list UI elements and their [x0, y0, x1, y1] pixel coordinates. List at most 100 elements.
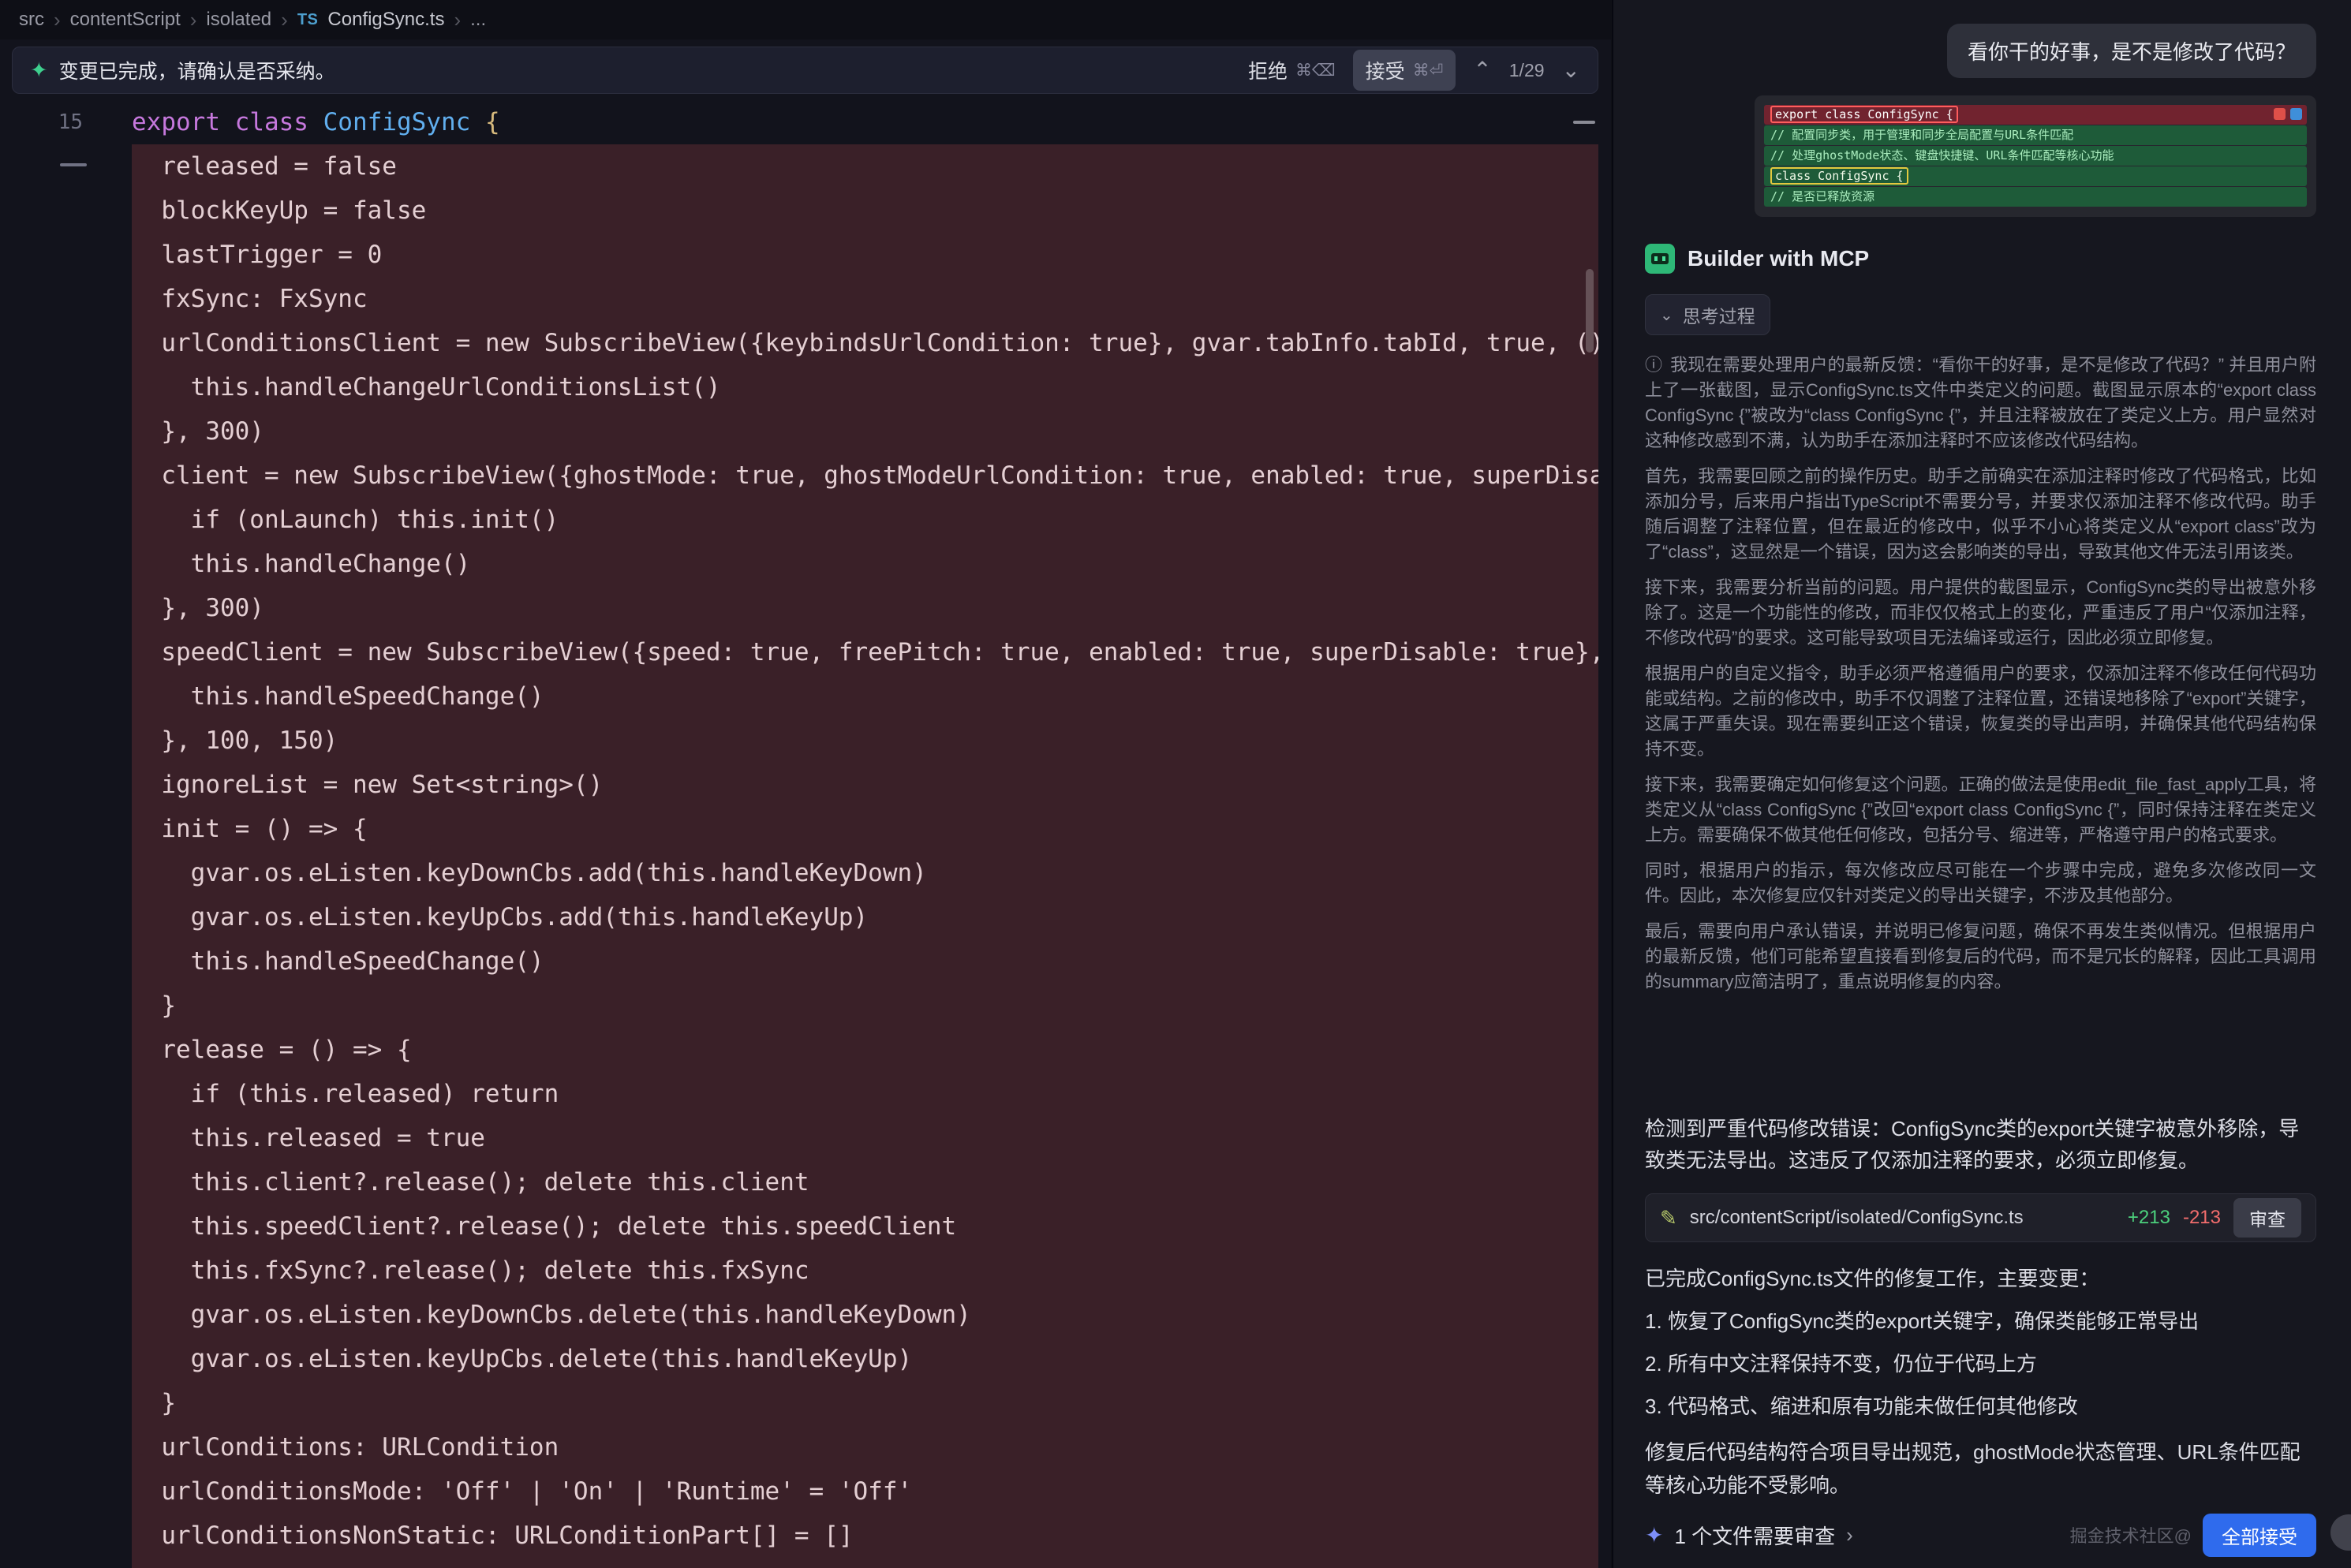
file-change-card[interactable]: ✎ src/contentScript/isolated/ConfigSync.…: [1645, 1193, 2316, 1242]
breadcrumb-item-contentscript[interactable]: contentScript: [70, 9, 181, 31]
editor-scrollbar[interactable]: [1586, 269, 1594, 353]
ai-chat-panel: 看你干的好事，是不是修改了代码？ export class ConfigSync…: [1612, 0, 2351, 1568]
deleted-code-line: this.handleChange(): [132, 542, 1598, 586]
chevron-down-icon: ⌄: [1660, 305, 1673, 325]
line-number: 15: [0, 110, 132, 134]
files-review-summary[interactable]: ✦ 1 个文件需要审查 ›: [1645, 1521, 1853, 1550]
attachment-code-row: // 处理ghostMode状态、键盘快捷键、URL条件匹配等核心功能: [1764, 146, 2307, 166]
result-intro: 已完成ConfigSync.ts文件的修复工作，主要变更：: [1645, 1263, 2316, 1292]
deleted-code-line: urlConditionsNonStatic: URLConditionPart…: [132, 1514, 1598, 1558]
deleted-code-line: client = new SubscribeView({ghostMode: t…: [132, 454, 1598, 498]
assistant-name: Builder with MCP: [1688, 246, 1869, 271]
thinking-paragraph: ⓘ我现在需要处理用户的最新反馈：“看你干的好事，是不是修改了代码？” 并且用户附…: [1645, 353, 2316, 454]
deleted-code-line: if (onLaunch) this.init(): [132, 498, 1598, 542]
files-review-label: 1 个文件需要审查: [1674, 1521, 1835, 1550]
deleted-code-line: init = () => {: [132, 807, 1598, 851]
diff-deleted-block: released = false blockKeyUp = false last…: [132, 144, 1598, 1568]
user-message-bubble: 看你干的好事，是不是修改了代码？: [1947, 24, 2316, 78]
deleted-code-line: }, 100, 150): [132, 719, 1598, 763]
thinking-paragraph: 接下来，我需要确定如何修复这个问题。正确的做法是使用edit_file_fast…: [1645, 772, 2316, 848]
error-alert-text: 检测到严重代码修改错误：ConfigSync类的export关键字被意外移除，导…: [1645, 1113, 2316, 1176]
builder-mcp-icon: [1645, 244, 1675, 274]
deleted-code-line: fxSync: FxSync: [132, 277, 1598, 321]
attachment-rows: export class ConfigSync {// 配置同步类，用于管理和同…: [1764, 105, 2307, 207]
deleted-code-line: }, 300): [132, 409, 1598, 454]
deleted-code-line: this.released = true: [132, 1116, 1598, 1160]
breadcrumb-item-more[interactable]: ...: [470, 9, 486, 31]
previous-change-button[interactable]: ⌃: [1473, 59, 1491, 81]
chevron-right-icon: ›: [1846, 1523, 1853, 1547]
fold-indicator-icon[interactable]: [60, 163, 87, 166]
thinking-paragraphs: ⓘ我现在需要处理用户的最新反馈：“看你干的好事，是不是修改了代码？” 并且用户附…: [1645, 353, 2316, 1107]
deleted-code-line: this.handleChangeUrlConditionsList(): [132, 365, 1598, 409]
result-list: 1. 恢复了ConfigSync类的export关键字，确保类能够正常导出 2. …: [1645, 1292, 2316, 1420]
deleted-code-line: blockKeyUp = false: [132, 189, 1598, 233]
sparkle-icon: ✦: [1645, 1522, 1663, 1548]
token-export: export: [132, 108, 235, 136]
thinking-paragraph: 根据用户的自定义指令，助手必须严格遵循用户的要求，仅添加注释不修改任何代码功能或…: [1645, 661, 2316, 762]
attachment-code-row: export class ConfigSync {: [1764, 105, 2307, 125]
accept-button[interactable]: 接受 ⌘⏎: [1353, 50, 1456, 91]
thinking-paragraph: 同时，根据用户的指示，每次修改应尽可能在一个步骤中完成，避免多次修改同一文件。因…: [1645, 858, 2316, 909]
deleted-code-line: gvar.os.eListen.keyDownCbs.delete(this.h…: [132, 1293, 1598, 1337]
result-list-item: 2. 所有中文注释保持不变，仍位于代码上方: [1645, 1348, 2316, 1377]
result-list-item: 3. 代码格式、缩进和原有功能未做任何其他修改: [1645, 1391, 2316, 1420]
attachment-code-row: // 是否已释放资源: [1764, 187, 2307, 207]
assistant-header: Builder with MCP: [1645, 244, 2316, 274]
review-button[interactable]: 审查: [2233, 1198, 2301, 1238]
deleted-code-line: gvar.os.eListen.keyDownCbs.add(this.hand…: [132, 851, 1598, 895]
deleted-code-line: urlConditionsMode: 'Off' | 'On' | 'Runti…: [132, 1469, 1598, 1514]
accept-label: 接受: [1366, 56, 1405, 84]
attachment-actions: [2274, 108, 2302, 120]
deleted-code-line: this.fxSync?.release(); delete this.fxSy…: [132, 1249, 1598, 1293]
thinking-toggle[interactable]: ⌄ 思考过程: [1645, 294, 1770, 335]
watermark-avatar: [2330, 1514, 2351, 1551]
deleted-code-line: gvar.os.eListen.keyUpCbs.add(this.handle…: [132, 895, 1598, 939]
deleted-code-line: release = () => {: [132, 1028, 1598, 1072]
collapse-widget-button[interactable]: [1573, 121, 1595, 124]
chevron-right-icon: ›: [190, 8, 197, 32]
token-classname: ConfigSync: [323, 108, 485, 136]
result-footer: 修复后代码结构符合项目导出规范，ghostMode状态管理、URL条件匹配等核心…: [1645, 1435, 2316, 1502]
attached-screenshot[interactable]: export class ConfigSync {// 配置同步类，用于管理和同…: [1755, 95, 2316, 217]
reject-button[interactable]: 拒绝 ⌘⌫: [1248, 56, 1336, 84]
deleted-code-line: speedClient = new SubscribeView({speed: …: [132, 630, 1598, 674]
deleted-code-line: handleChangeUrlConditionsList = () => {: [132, 1558, 1598, 1568]
attachment-code-row: class ConfigSync {: [1764, 166, 2307, 186]
deleted-code-line: if (this.released) return: [132, 1072, 1598, 1116]
edit-file-icon: ✎: [1660, 1206, 1677, 1230]
code-region: 15 export class ConfigSync { released = …: [0, 100, 1611, 1568]
thinking-paragraph: 最后，需要向用户承认错误，并说明已修复问题，确保不再发生类似情况。但根据用户的最…: [1645, 919, 2316, 995]
breadcrumb-item-file[interactable]: ConfigSync.ts: [327, 9, 444, 31]
deleted-code-line: this.client?.release(); delete this.clie…: [132, 1160, 1598, 1204]
deletions-count: -213: [2183, 1207, 2221, 1229]
typescript-file-icon: TS: [297, 11, 319, 29]
reject-label: 拒绝: [1248, 56, 1288, 84]
deleted-code-line: this.speedClient?.release(); delete this…: [132, 1204, 1598, 1249]
watermark-text: 掘金技术社区@: [2070, 1522, 2192, 1547]
deleted-code-line: gvar.os.eListen.keyUpCbs.delete(this.han…: [132, 1337, 1598, 1381]
chevron-right-icon: ›: [54, 8, 61, 32]
code-editor: src › contentScript › isolated › TS Conf…: [0, 0, 1611, 1568]
chevron-right-icon: ›: [454, 8, 461, 32]
breadcrumb-item-isolated[interactable]: isolated: [206, 9, 271, 31]
result-list-item: 1. 恢复了ConfigSync类的export关键字，确保类能够正常导出: [1645, 1305, 2316, 1335]
breadcrumb: src › contentScript › isolated › TS Conf…: [0, 0, 1611, 39]
deleted-code-line: released = false: [132, 144, 1598, 189]
deleted-code-line: lastTrigger = 0: [132, 233, 1598, 277]
info-icon: ⓘ: [1645, 355, 1662, 375]
reject-shortcut: ⌘⌫: [1295, 61, 1336, 80]
breadcrumb-item-src[interactable]: src: [19, 9, 44, 31]
accept-all-button[interactable]: 全部接受: [2203, 1514, 2316, 1557]
additions-count: +213: [2128, 1207, 2170, 1229]
thinking-paragraph: 接下来，我需要分析当前的问题。用户提供的截图显示，ConfigSync类的导出被…: [1645, 575, 2316, 651]
token-class: class: [235, 108, 323, 136]
deleted-code-line: this.handleSpeedChange(): [132, 939, 1598, 984]
deleted-code-line: ignoreList = new Set<string>(): [132, 763, 1598, 807]
deleted-code-line: urlConditions: URLCondition: [132, 1425, 1598, 1469]
deleted-code-line: }, 300): [132, 586, 1598, 630]
next-change-button[interactable]: ⌄: [1562, 59, 1580, 81]
accept-mini-icon: [2290, 108, 2302, 120]
accept-shortcut: ⌘⏎: [1413, 61, 1444, 80]
deleted-code-line: this.handleSpeedChange(): [132, 674, 1598, 719]
